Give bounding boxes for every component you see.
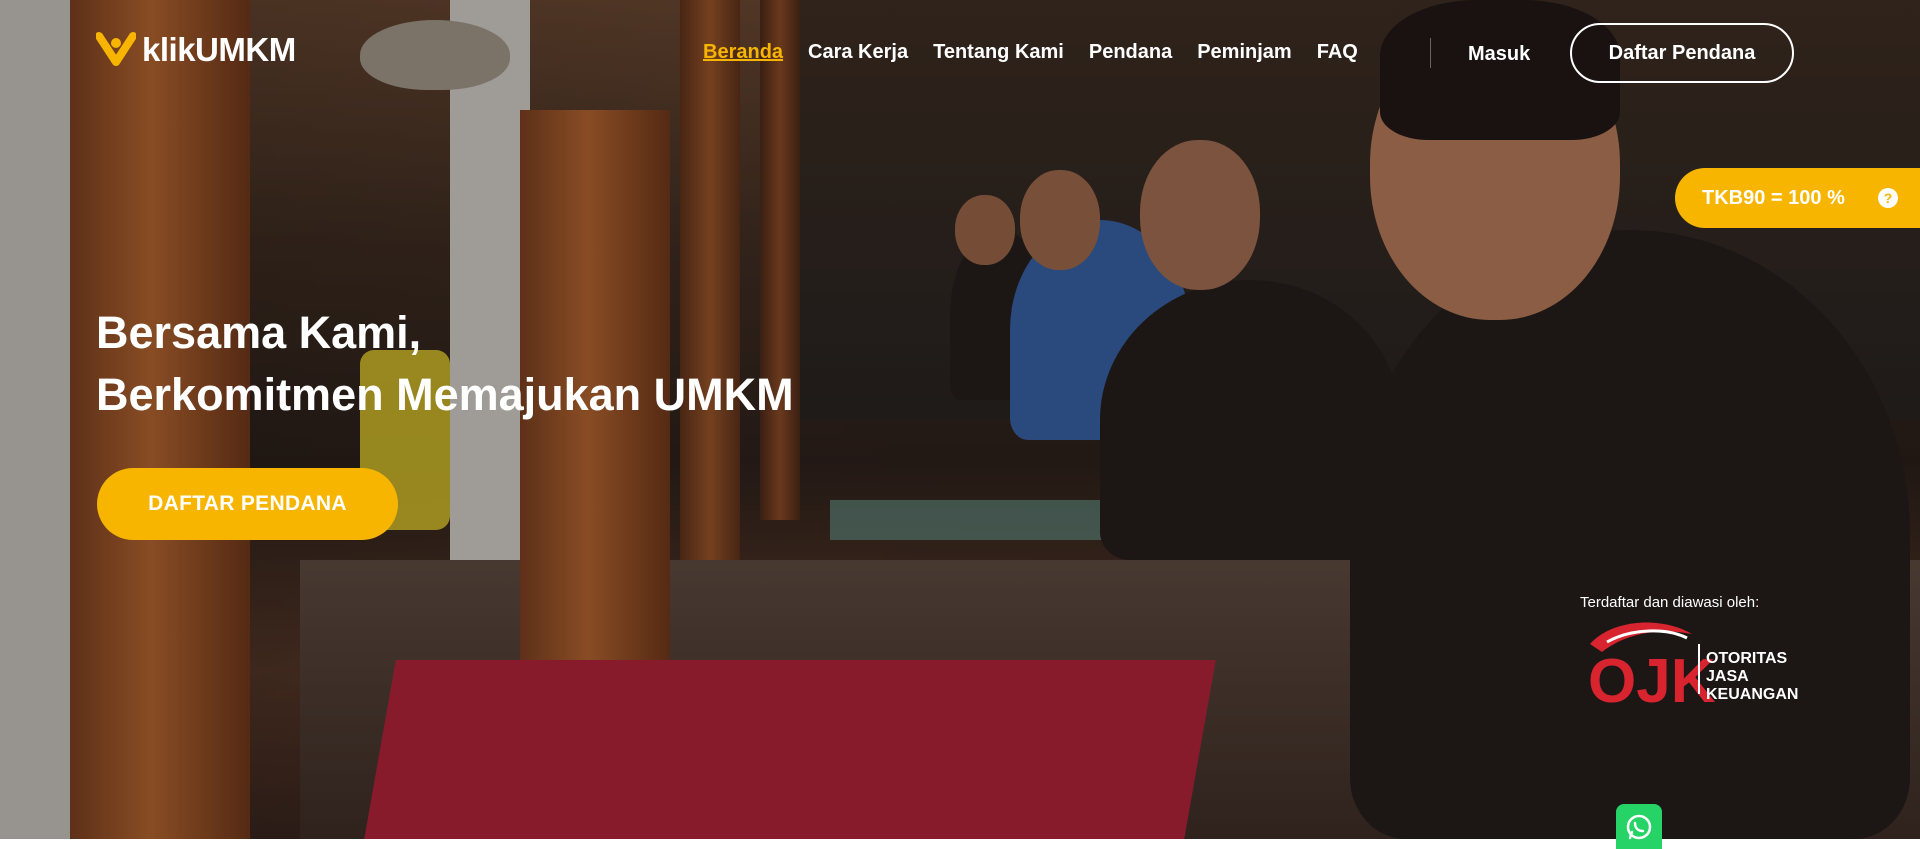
ojk-line2: JASA [1706, 668, 1749, 685]
ojk-logo-letters: OJK [1588, 647, 1716, 714]
nav-beranda[interactable]: Beranda [703, 41, 783, 64]
main-nav: Beranda Cara Kerja Tentang Kami Pendana … [703, 41, 1383, 64]
nav-divider [1430, 38, 1431, 68]
hero-headline-line2: Berkomitmen Memajukan UMKM [96, 369, 794, 420]
tkb-label: TKB90 = 100 % [1702, 186, 1845, 209]
ojk-line1: OTORITAS [1706, 650, 1788, 667]
brand-name: klikUMKM [142, 31, 296, 68]
ojk-line3: KEUANGAN [1706, 686, 1799, 703]
nav-pendana[interactable]: Pendana [1089, 41, 1172, 64]
hero-headline-line1: Bersama Kami, [96, 307, 422, 358]
nav-tentang-kami[interactable]: Tentang Kami [933, 41, 1064, 64]
cta-register-lender-button[interactable]: DAFTAR PENDANA [97, 468, 398, 540]
brand-logo[interactable]: klikUMKM [96, 30, 296, 70]
tkb-badge[interactable]: TKB90 = 100 % ? [1675, 168, 1920, 228]
nav-cara-kerja[interactable]: Cara Kerja [808, 41, 908, 64]
nav-faq[interactable]: FAQ [1317, 41, 1358, 64]
logo-check-icon [96, 32, 136, 66]
whatsapp-icon [1626, 814, 1652, 839]
whatsapp-button[interactable] [1616, 804, 1662, 849]
ojk-caption: Terdaftar dan diawasi oleh: [1580, 594, 1760, 611]
nav-peminjam[interactable]: Peminjam [1197, 41, 1291, 64]
login-link[interactable]: Masuk [1468, 43, 1530, 66]
ojk-name: OTORITAS JASA KEUANGAN [1706, 650, 1798, 704]
hero-headline: Bersama Kami, Berkomitmen Memajukan UMKM [96, 302, 794, 426]
register-lender-button[interactable]: Daftar Pendana [1570, 23, 1794, 83]
question-icon[interactable]: ? [1878, 188, 1898, 208]
